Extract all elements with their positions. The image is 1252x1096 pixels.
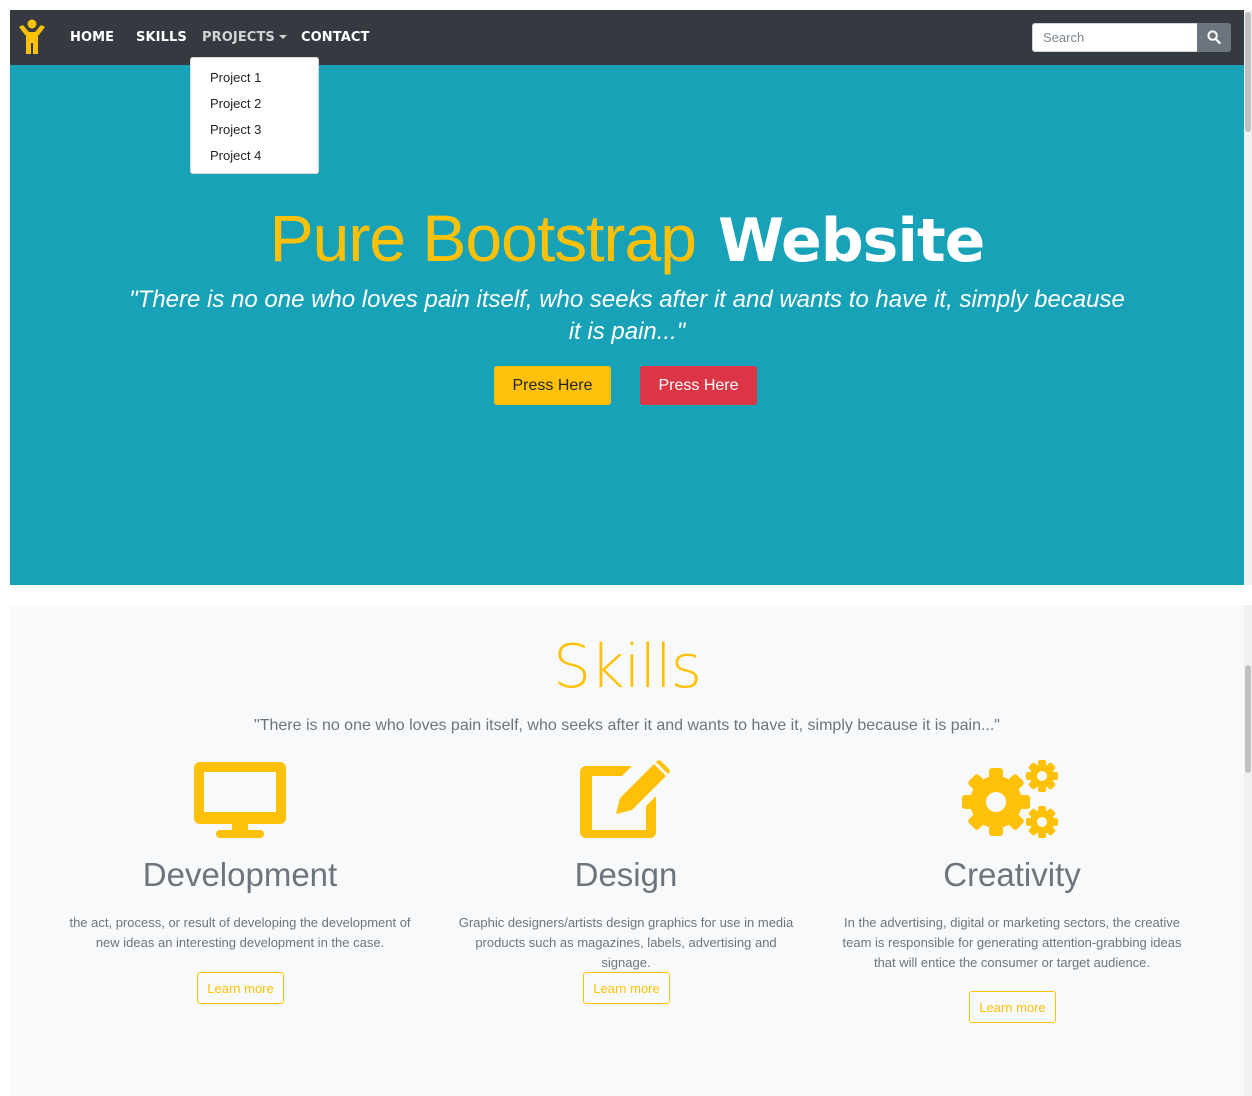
nav-projects-label: PROJECTS [202, 30, 275, 45]
skill-heading-development: Development [142, 856, 338, 893]
press-here-button-primary[interactable]: Press Here [494, 366, 611, 405]
hero-title-light: Pure Bootstrap [269, 201, 697, 275]
nav-home[interactable]: HOME [70, 10, 114, 65]
press-here-button-secondary[interactable]: Press Here [640, 366, 757, 405]
skills-section: Skills "There is no one who loves pain i… [10, 605, 1244, 1096]
hero-title-bold: Website [717, 206, 985, 276]
dropdown-item-project-2[interactable]: Project 2 [191, 91, 318, 117]
projects-dropdown-menu: Project 1 Project 2 Project 3 Project 4 [190, 57, 319, 174]
skill-text-design: Graphic designers/artists design graphic… [458, 915, 794, 970]
skill-heading-creativity: Creativity [943, 856, 1081, 893]
learn-more-button-creativity[interactable]: Learn more [969, 991, 1056, 1023]
learn-more-button-design[interactable]: Learn more [583, 972, 670, 1004]
scrollbar-thumb-top[interactable] [1245, 12, 1251, 132]
skill-card-creativity: Creativity In the advertising, digital o… [827, 605, 1197, 1096]
desktop-icon [55, 760, 425, 845]
search-input[interactable] [1032, 23, 1197, 52]
hero-title: Pure Bootstrap Website [10, 198, 1244, 281]
person-arms-up-icon[interactable] [18, 19, 46, 55]
dropdown-item-project-3[interactable]: Project 3 [191, 117, 318, 143]
search-icon [1207, 30, 1221, 45]
skill-heading-design: Design [574, 856, 678, 893]
dropdown-item-project-1[interactable]: Project 1 [191, 65, 318, 91]
skill-card-development: Development the act, process, or result … [55, 605, 425, 1096]
skill-text-creativity: In the advertising, digital or marketing… [842, 915, 1182, 970]
skill-text-development: the act, process, or result of developin… [69, 915, 411, 950]
edit-icon [441, 760, 811, 845]
hero-quote: "There is no one who loves pain itself, … [129, 286, 1125, 345]
skill-card-design: Design Graphic designers/artists design … [441, 605, 811, 1096]
dropdown-item-project-4[interactable]: Project 4 [191, 143, 318, 169]
scrollbar-thumb-bottom[interactable] [1245, 665, 1251, 773]
hero-section: HOME SKILLS PROJECTS CONTACT Project 1 P… [10, 10, 1244, 585]
learn-more-button-development[interactable]: Learn more [197, 972, 284, 1004]
nav-skills[interactable]: SKILLS [136, 10, 187, 65]
gears-icon [827, 760, 1197, 845]
caret-down-icon [278, 35, 287, 39]
search-button[interactable] [1197, 23, 1231, 52]
